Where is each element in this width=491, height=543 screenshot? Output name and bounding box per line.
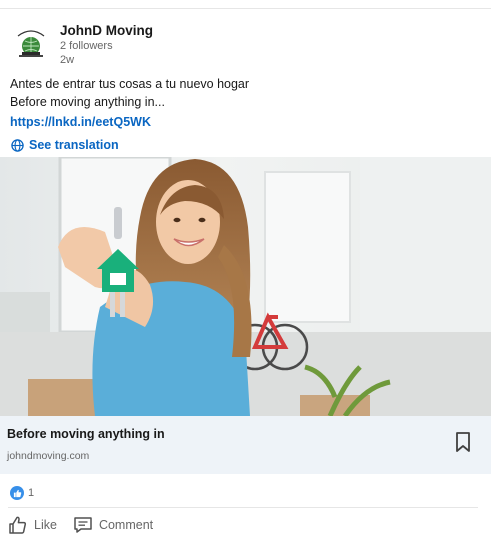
- comment-icon: [74, 517, 92, 533]
- post-actions: Like Comment: [8, 515, 169, 535]
- thumbs-up-icon: [10, 486, 24, 500]
- article-title[interactable]: Before moving anything in: [7, 427, 165, 441]
- thumbs-up-outline-icon: [9, 516, 27, 534]
- comment-label: Comment: [98, 518, 154, 532]
- see-translation-button[interactable]: See translation: [11, 138, 119, 152]
- author-name[interactable]: JohnD Moving: [60, 22, 153, 39]
- reaction-count: 1: [28, 487, 35, 499]
- post-text-line-1: Antes de entrar tus cosas a tu nuevo hog…: [10, 77, 250, 91]
- post-age: 2w: [60, 54, 75, 66]
- post-image[interactable]: [0, 157, 491, 416]
- article-domain: johndmoving.com: [7, 450, 90, 462]
- article-card[interactable]: Before moving anything in johndmoving.co…: [0, 416, 491, 474]
- see-translation-label: See translation: [29, 138, 119, 152]
- globe-icon: [11, 138, 24, 152]
- post-link[interactable]: https://lnkd.in/eetQ5WK: [10, 113, 249, 131]
- bookmark-icon[interactable]: [454, 431, 472, 453]
- company-logo[interactable]: [10, 22, 52, 64]
- reactions-summary[interactable]: 1: [10, 486, 34, 500]
- post-body: Antes de entrar tus cosas a tu nuevo hog…: [10, 75, 249, 131]
- top-divider: [0, 8, 491, 9]
- actions-divider: [8, 507, 478, 508]
- post-text-line-2: Before moving anything in...: [10, 95, 165, 109]
- follower-count: 2 followers: [60, 40, 113, 52]
- comment-button[interactable]: Comment: [73, 516, 153, 534]
- like-label: Like: [34, 518, 57, 532]
- post-header: JohnD Moving 2 followers 2w: [10, 22, 153, 67]
- like-button[interactable]: Like: [8, 515, 57, 535]
